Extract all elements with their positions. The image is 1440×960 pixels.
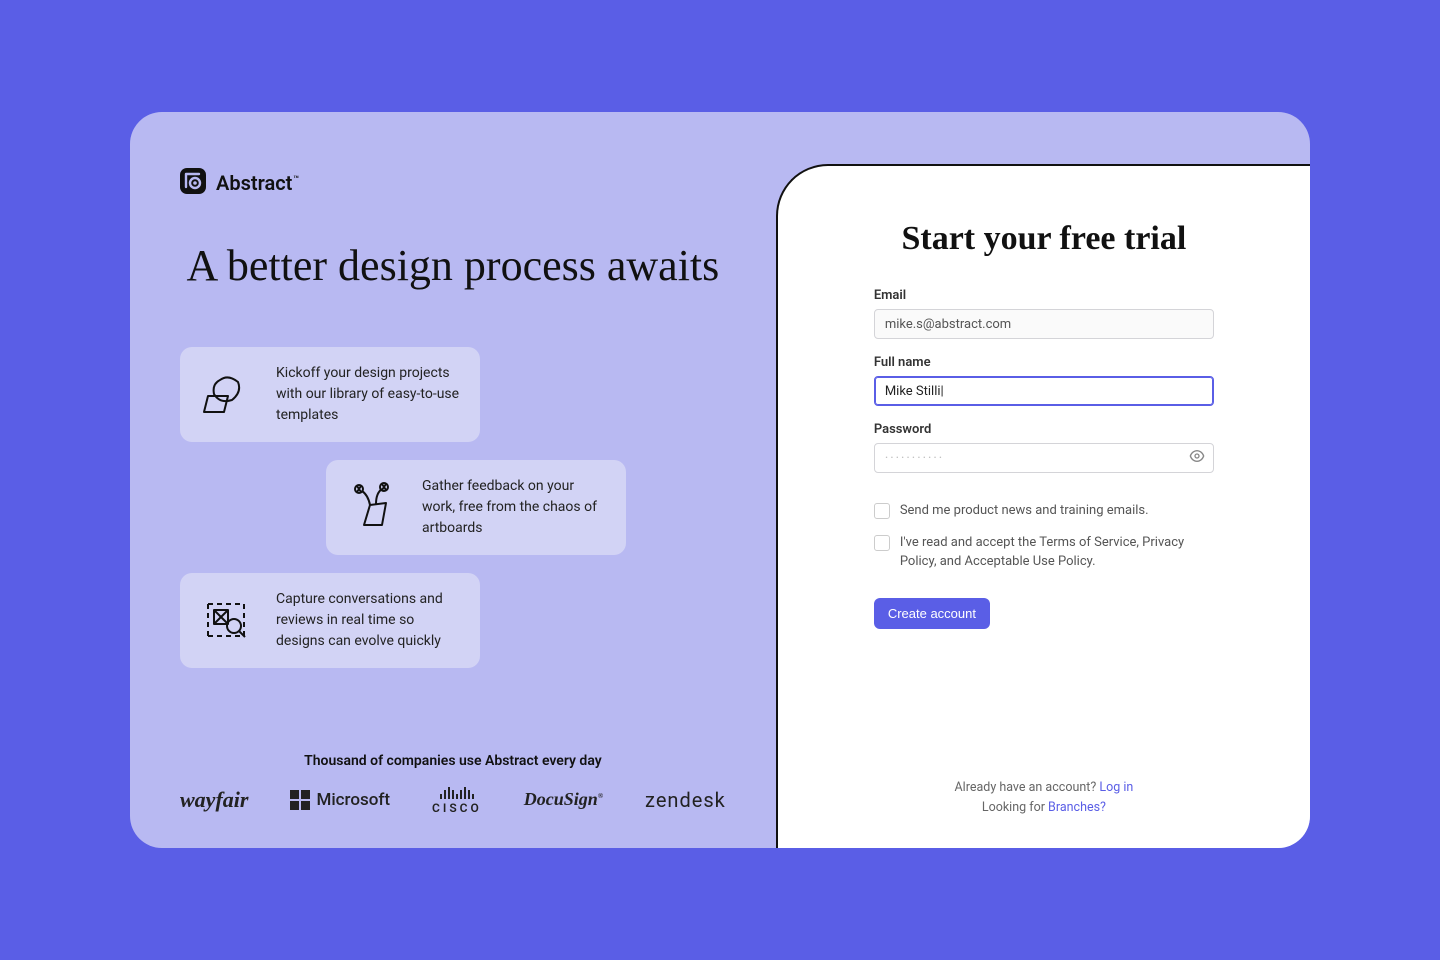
feature-card: Gather feedback on your work, free from … — [326, 460, 626, 555]
company-logos: wayfair Microsoft CISCO DocuSign zendesk — [180, 785, 726, 814]
review-icon — [200, 594, 254, 648]
brand-lockup: Abstract — [180, 168, 726, 198]
cisco-text: CISCO — [432, 802, 482, 814]
cisco-bars-icon — [440, 785, 474, 799]
terms-checkbox[interactable] — [874, 535, 890, 551]
terms-row: I've read and accept the Terms of Servic… — [874, 533, 1214, 572]
marketing-panel: Abstract A better design process awaits … — [130, 112, 776, 848]
newsletter-row: Send me product news and training emails… — [874, 501, 1214, 521]
newsletter-checkbox[interactable] — [874, 503, 890, 519]
feature-text: Gather feedback on your work, free from … — [422, 476, 606, 539]
password-label: Password — [874, 422, 1214, 437]
fullname-value: Mike Stilli — [885, 384, 944, 399]
fullname-label: Full name — [874, 355, 1214, 370]
zendesk-logo: zendesk — [645, 788, 726, 812]
feature-text: Capture conversations and reviews in rea… — [276, 589, 460, 652]
docusign-logo: DocuSign — [524, 789, 603, 810]
fullname-field-group: Full name Mike Stilli — [874, 355, 1214, 406]
abstract-logo-icon — [180, 168, 206, 198]
brand-name: Abstract — [216, 171, 299, 195]
microsoft-text: Microsoft — [316, 790, 390, 810]
headline: A better design process awaits — [180, 238, 726, 293]
password-input[interactable]: ··········· — [874, 443, 1214, 473]
fullname-input[interactable]: Mike Stilli — [874, 376, 1214, 406]
feature-card: Kickoff your design projects with our li… — [180, 347, 480, 442]
email-label: Email — [874, 288, 1214, 303]
social-proof: Thousand of companies use Abstract every… — [180, 753, 726, 814]
toggle-password-visibility-icon[interactable] — [1189, 448, 1205, 468]
cisco-logo: CISCO — [432, 785, 482, 814]
signup-card: Abstract A better design process awaits … — [130, 112, 1310, 848]
form-footer: Already have an account? Log in Looking … — [874, 778, 1214, 818]
have-account-text: Already have an account? — [955, 780, 1100, 795]
login-link[interactable]: Log in — [1099, 780, 1133, 795]
newsletter-label: Send me product news and training emails… — [900, 501, 1149, 521]
signup-form-panel: Start your free trial Email mike.s@abstr… — [776, 164, 1310, 848]
password-field-group: Password ··········· — [874, 422, 1214, 473]
password-mask: ··········· — [885, 451, 944, 466]
microsoft-logo: Microsoft — [290, 790, 390, 810]
feature-card: Capture conversations and reviews in rea… — [180, 573, 480, 668]
microsoft-grid-icon — [290, 790, 310, 810]
form-title: Start your free trial — [874, 220, 1214, 258]
templates-icon — [200, 368, 254, 422]
looking-for-text: Looking for — [982, 800, 1048, 815]
feature-list: Kickoff your design projects with our li… — [180, 347, 726, 668]
wayfair-logo: wayfair — [180, 787, 248, 813]
email-field-group: Email mike.s@abstract.com — [874, 288, 1214, 339]
branches-link[interactable]: Branches? — [1048, 800, 1106, 815]
email-input[interactable]: mike.s@abstract.com — [874, 309, 1214, 339]
companies-caption: Thousand of companies use Abstract every… — [180, 753, 726, 769]
terms-label: I've read and accept the Terms of Servic… — [900, 533, 1214, 572]
feedback-icon — [346, 481, 400, 535]
feature-text: Kickoff your design projects with our li… — [276, 363, 460, 426]
email-value: mike.s@abstract.com — [885, 317, 1011, 332]
create-account-button[interactable]: Create account — [874, 598, 990, 629]
